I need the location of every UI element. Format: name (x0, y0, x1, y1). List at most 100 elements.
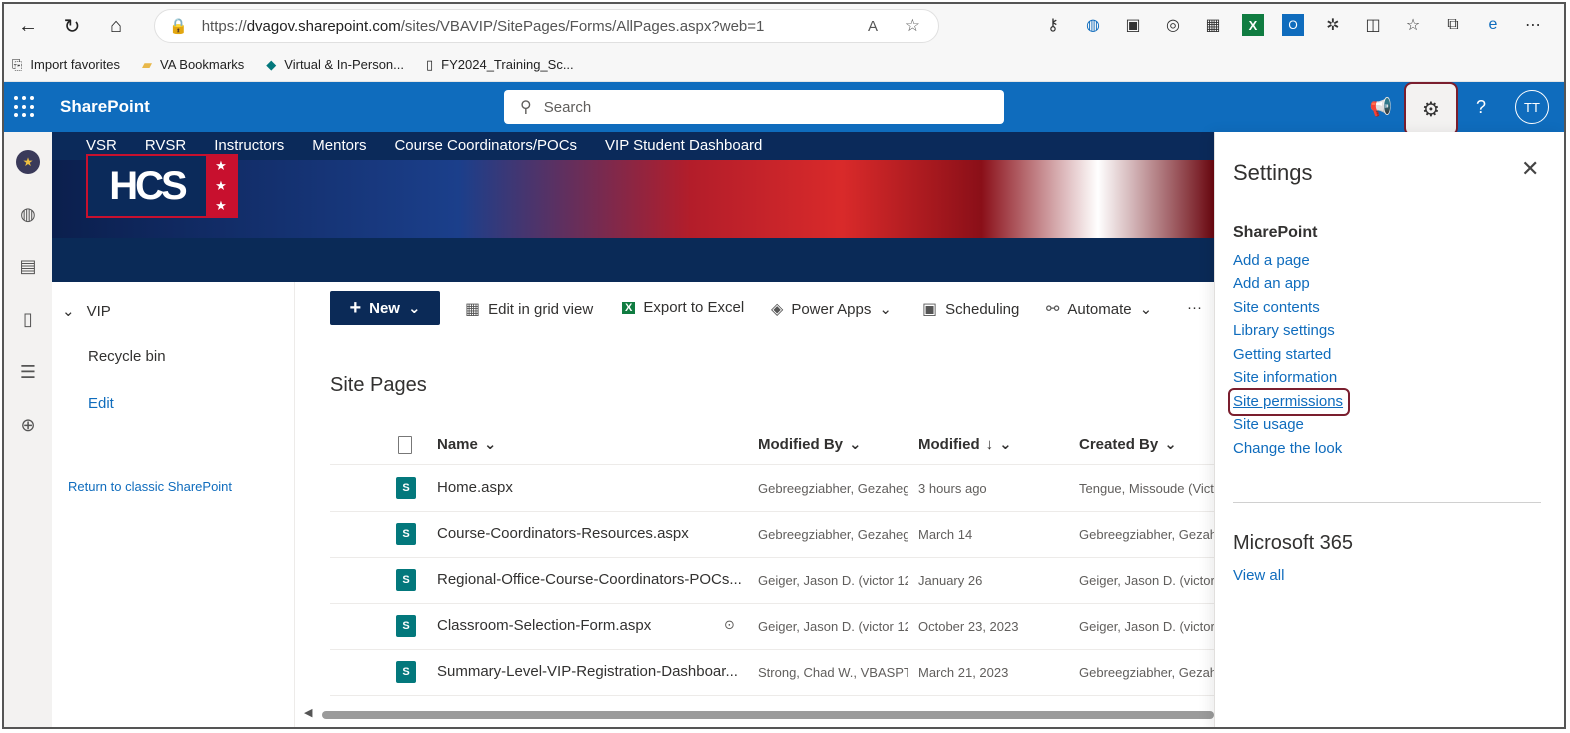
hub-nav-instructors[interactable]: Instructors (214, 137, 284, 154)
search-box[interactable]: ⚲ Search (504, 90, 1004, 124)
globe-icon[interactable]: ◍ (16, 202, 40, 226)
site-usage-link[interactable]: Site usage (1233, 416, 1304, 433)
refresh-icon[interactable]: ↻ (52, 6, 92, 46)
split-screen-icon[interactable]: ◫ (1362, 14, 1384, 36)
share-status-icon[interactable]: ⊙ (724, 617, 735, 633)
site-logo[interactable]: HCS ★ ★ ★ (86, 154, 238, 218)
excel-icon: X (622, 301, 636, 314)
scheduling-button[interactable]: ▣ Scheduling (922, 299, 1019, 319)
hub-nav-course-coordinators[interactable]: Course Coordinators/POCs (394, 137, 577, 154)
table-row[interactable]: S Summary-Level-VIP-Registration-Dashboa… (330, 650, 1214, 696)
hub-nav-vip-student-dashboard[interactable]: VIP Student Dashboard (605, 137, 762, 154)
export-to-excel-button[interactable]: X Export to Excel (622, 299, 744, 316)
add-circle-icon[interactable]: ⊕ (16, 413, 40, 437)
file-name[interactable]: Classroom-Selection-Form.aspx (437, 617, 697, 634)
close-icon[interactable]: ✕ (1521, 156, 1539, 182)
table-row[interactable]: S Course-Coordinators-Resources.aspx Geb… (330, 512, 1214, 558)
more-menu-icon[interactable]: ⋯ (1522, 14, 1544, 36)
favorites-list-icon[interactable]: ☆ (1402, 14, 1424, 36)
avatar[interactable]: TT (1515, 90, 1549, 124)
extension-toolbar: ⚷ ◍ ▣ ◎ ▦ X O ✲ ◫ ☆ ⧉ e ⋯ (1042, 14, 1544, 36)
file-name[interactable]: Home.aspx (437, 479, 737, 496)
automate-label: Automate (1067, 300, 1132, 318)
column-modified-by-label: Modified By (758, 435, 843, 453)
outlook-icon[interactable]: O (1282, 14, 1304, 36)
bookmark-fy2024-training[interactable]: ▯ FY2024_Training_Sc... (426, 57, 574, 73)
bookmark-va-bookmarks[interactable]: ▰ VA Bookmarks (142, 57, 244, 73)
address-bar[interactable]: 🔒 https://dvagov.sharepoint.com/sites/VB… (154, 9, 939, 43)
file-icon[interactable]: ▯ (16, 307, 40, 331)
scroll-left-icon[interactable]: ◀ (304, 706, 312, 719)
ie-mode-icon[interactable]: e (1482, 14, 1504, 36)
file-type-icon[interactable] (398, 436, 412, 454)
table-row[interactable]: S Home.aspx Gebreegziabher, Gezahegn 3 h… (330, 466, 1214, 512)
globe-extension-icon[interactable]: ◍ (1082, 14, 1104, 36)
return-to-classic-link[interactable]: Return to classic SharePoint (68, 479, 232, 494)
sharepoint-page-icon: S (396, 661, 416, 683)
collections-icon[interactable]: ⧉ (1442, 14, 1464, 36)
column-created-by[interactable]: Created By ⌄ (1079, 435, 1177, 454)
copy-extension-icon[interactable]: ▣ (1122, 14, 1144, 36)
settings-gear-icon[interactable]: ⚙ (1404, 82, 1458, 136)
automate-button[interactable]: ⚯ Automate ⌄ (1046, 299, 1152, 319)
excel-icon[interactable]: X (1242, 14, 1264, 36)
va-seal-icon[interactable]: ★ (16, 150, 40, 174)
chevron-down-icon: ⌄ (407, 300, 421, 317)
hub-nav-rvsr[interactable]: RVSR (145, 137, 186, 154)
column-name[interactable]: Name ⌄ (437, 435, 496, 454)
screenshot-icon[interactable]: ▦ (1202, 14, 1224, 36)
copilot-icon[interactable]: ◎ (1162, 14, 1184, 36)
chevron-down-icon: ⌄ (62, 303, 75, 320)
library-settings-link[interactable]: Library settings (1233, 322, 1335, 339)
table-row[interactable]: S Regional-Office-Course-Coordinators-PO… (330, 558, 1214, 604)
horizontal-scrollbar[interactable]: ◀ (304, 706, 1214, 722)
url-host: dvagov.sharepoint.com (246, 17, 401, 35)
list-icon[interactable]: ☰ (16, 360, 40, 384)
add-a-page-link[interactable]: Add a page (1233, 252, 1310, 269)
read-aloud-icon[interactable]: A (868, 18, 878, 35)
site-contents-link[interactable]: Site contents (1233, 299, 1320, 316)
import-icon: ⎘ (12, 56, 23, 72)
nav-edit[interactable]: Edit (88, 395, 114, 412)
help-icon[interactable]: ? (1468, 94, 1494, 120)
site-information-link[interactable]: Site information (1233, 369, 1337, 386)
sharepoint-brand[interactable]: SharePoint (60, 97, 150, 117)
home-icon[interactable]: ⌂ (96, 6, 136, 46)
nav-recycle-bin[interactable]: Recycle bin (88, 348, 166, 365)
hub-nav-vsr[interactable]: VSR (86, 137, 117, 154)
modified-date: January 26 (918, 573, 983, 588)
sort-down-icon: ↓ (985, 435, 994, 453)
back-icon[interactable]: ← (8, 6, 48, 46)
bookmark-import-favorites[interactable]: ⎘ Import favorites (12, 57, 120, 73)
scroll-thumb[interactable] (322, 711, 1214, 719)
edit-grid-view-button[interactable]: ▦ Edit in grid view (465, 299, 593, 319)
modified-by: Gebreegziabher, Gezahegn (758, 481, 908, 496)
power-apps-icon: ◈ (771, 301, 784, 318)
view-all-link[interactable]: View all (1233, 567, 1284, 584)
power-apps-button[interactable]: ◈ Power Apps ⌄ (771, 299, 892, 319)
nav-vip-site[interactable]: ⌄ VIP (62, 302, 111, 320)
column-modified[interactable]: Modified ↓ ⌄ (918, 435, 1012, 454)
bookmark-virtual-in-person[interactable]: ◆ Virtual & In-Person... (266, 57, 404, 73)
key-icon[interactable]: ⚷ (1042, 14, 1064, 36)
megaphone-icon[interactable]: 📢 (1368, 94, 1394, 120)
change-the-look-link[interactable]: Change the look (1233, 440, 1342, 457)
column-modified-by[interactable]: Modified By ⌄ (758, 435, 862, 454)
file-name[interactable]: Summary-Level-VIP-Registration-Dashboar.… (437, 663, 747, 680)
getting-started-link[interactable]: Getting started (1233, 346, 1331, 363)
extensions-icon[interactable]: ✲ (1322, 14, 1344, 36)
sharepoint-site-icon: ◆ (266, 56, 277, 72)
lock-icon: 🔒 (169, 18, 188, 35)
modified-by: Strong, Chad W., VBASPT (758, 665, 908, 680)
more-commands-button[interactable]: ··· (1187, 299, 1202, 316)
file-name[interactable]: Course-Coordinators-Resources.aspx (437, 525, 737, 542)
app-launcher-icon[interactable] (14, 96, 36, 118)
favorite-star-icon[interactable]: ☆ (905, 16, 920, 36)
list-header: Name ⌄ Modified By ⌄ Modified ↓ ⌄ Created By… (330, 429, 1214, 465)
news-icon[interactable]: ▤ (16, 254, 40, 278)
add-an-app-link[interactable]: Add an app (1233, 275, 1310, 292)
new-button[interactable]: + New ⌄ (330, 291, 440, 325)
file-name[interactable]: Regional-Office-Course-Coordinators-POCs… (437, 571, 747, 588)
hub-nav-mentors[interactable]: Mentors (312, 137, 366, 154)
table-row[interactable]: S Classroom-Selection-Form.aspx ⊙ Geiger… (330, 604, 1214, 650)
